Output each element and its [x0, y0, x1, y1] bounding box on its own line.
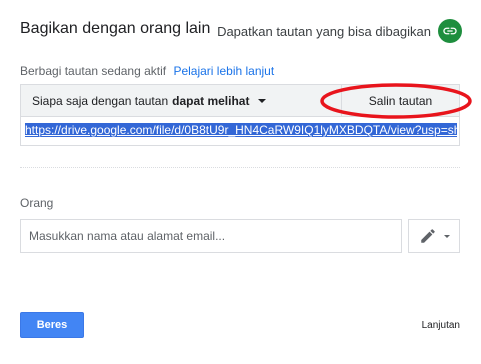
section-divider [20, 167, 460, 168]
link-sharing-status-text: Berbagi tautan sedang aktif [20, 64, 167, 78]
link-icon[interactable] [438, 19, 462, 43]
share-dialog: Bagikan dengan orang lain Dapatkan tauta… [0, 0, 481, 364]
done-button[interactable]: Beres [20, 312, 84, 338]
get-shareable-link-button[interactable]: Dapatkan tautan yang bisa dibagikan [217, 19, 462, 43]
learn-more-link[interactable]: Pelajari lebih lanjut [173, 64, 274, 78]
permission-dropdown-button[interactable] [408, 219, 460, 253]
link-sharing-toolbar: Siapa saja dengan tautan dapat melihat S… [21, 85, 459, 117]
link-sharing-box: Siapa saja dengan tautan dapat melihat S… [20, 84, 460, 146]
get-shareable-link-label: Dapatkan tautan yang bisa dibagikan [217, 23, 431, 39]
advanced-link[interactable]: Lanjutan [422, 320, 460, 331]
access-level-value: dapat melihat [172, 94, 250, 108]
link-sharing-status: Berbagi tautan sedang aktif Pelajari leb… [20, 64, 274, 78]
share-link-url[interactable]: https://drive.google.com/file/d/0B8tU9r_… [25, 123, 457, 137]
people-label: Orang [20, 196, 54, 210]
access-level-prefix: Siapa saja dengan tautan [32, 94, 169, 108]
people-email-input[interactable]: Masukkan nama atau alamat email... [20, 219, 402, 253]
dropdown-arrow-icon [258, 99, 267, 103]
pencil-icon [420, 229, 435, 243]
copy-link-button[interactable]: Salin tautan [341, 85, 459, 116]
access-level-dropdown[interactable]: Siapa saja dengan tautan dapat melihat [32, 94, 267, 108]
share-link-field[interactable]: https://drive.google.com/file/d/0B8tU9r_… [25, 122, 457, 138]
dropdown-arrow-icon [443, 234, 450, 238]
dialog-title: Bagikan dengan orang lain [20, 20, 211, 37]
